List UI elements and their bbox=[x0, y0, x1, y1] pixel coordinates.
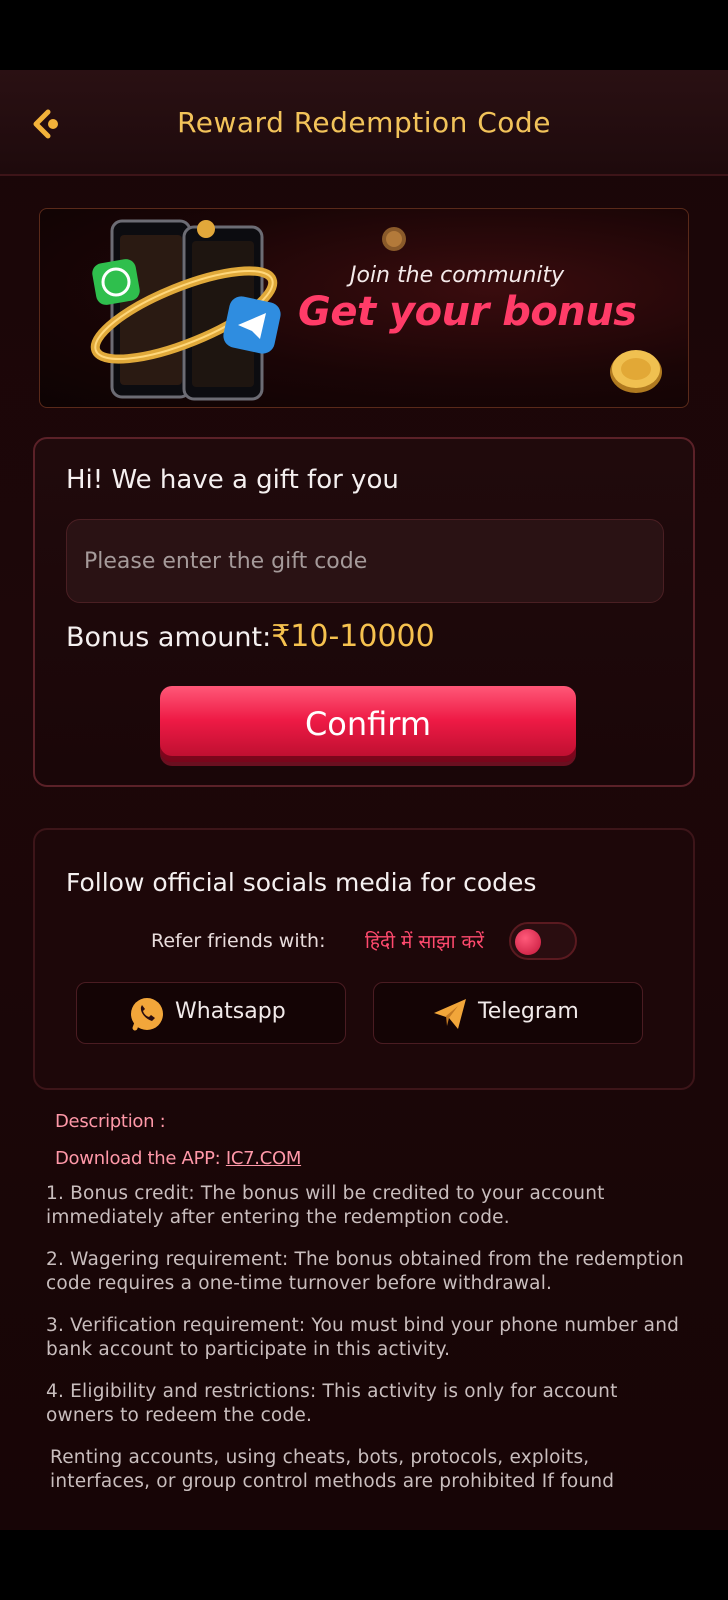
refer-label: Refer friends with: bbox=[151, 930, 326, 952]
phones-illustration bbox=[90, 219, 281, 401]
confirm-button[interactable]: Confirm bbox=[160, 686, 576, 762]
download-link[interactable]: IC7.COM bbox=[226, 1148, 302, 1169]
download-prefix: Download the APP: bbox=[55, 1148, 226, 1169]
header: Reward Redemption Code bbox=[0, 70, 728, 176]
telegram-label: Telegram bbox=[478, 999, 579, 1024]
rule-item: Renting accounts, using cheats, bots, pr… bbox=[50, 1447, 615, 1492]
whatsapp-button[interactable]: Whatsapp bbox=[76, 982, 346, 1044]
banner-subtitle: Join the community bbox=[350, 263, 565, 288]
social-media-card: Follow official socials media for codes … bbox=[33, 828, 695, 1090]
download-app-line: Download the APP: IC7.COM bbox=[55, 1148, 301, 1169]
rule-item: 3. Verification requirement: You must bi… bbox=[46, 1315, 680, 1360]
bonus-amount-row: Bonus amount:₹10-10000 bbox=[66, 619, 435, 654]
whatsapp-label: Whatsapp bbox=[175, 999, 286, 1024]
telegram-button[interactable]: Telegram bbox=[373, 982, 643, 1044]
rule-item: 2. Wagering requirement: The bonus obtai… bbox=[46, 1249, 684, 1294]
rules-list: 1. Bonus credit: The bonus will be credi… bbox=[46, 1182, 686, 1512]
bonus-amount-value: ₹10-10000 bbox=[271, 619, 435, 654]
community-banner[interactable]: Join the community Get your bonus bbox=[39, 208, 689, 408]
coin-icon bbox=[382, 227, 406, 251]
gift-code-card: Hi! We have a gift for you Bonus amount:… bbox=[33, 437, 695, 787]
whatsapp-icon bbox=[131, 998, 163, 1031]
gift-code-input[interactable] bbox=[66, 519, 664, 603]
hindi-share-toggle[interactable] bbox=[509, 922, 577, 960]
hindi-share-label: हिंदी में साझा करें bbox=[365, 931, 484, 953]
gift-title: Hi! We have a gift for you bbox=[66, 465, 399, 495]
navigation-bar bbox=[0, 1530, 728, 1600]
social-title: Follow official socials media for codes bbox=[66, 868, 537, 897]
bonus-amount-label: Bonus amount: bbox=[66, 622, 272, 653]
status-bar bbox=[0, 0, 728, 70]
page-title: Reward Redemption Code bbox=[177, 106, 551, 139]
coin-icon bbox=[610, 350, 662, 393]
description-label: Description : bbox=[55, 1111, 166, 1132]
banner-headline: Get your bonus bbox=[298, 289, 637, 335]
toggle-knob bbox=[515, 929, 541, 955]
rule-item: 4. Eligibility and restrictions: This ac… bbox=[46, 1381, 618, 1426]
telegram-icon bbox=[434, 999, 466, 1029]
rule-item: 1. Bonus credit: The bonus will be credi… bbox=[46, 1183, 605, 1228]
app-screen: Reward Redemption Code Join the communit… bbox=[0, 70, 728, 1530]
